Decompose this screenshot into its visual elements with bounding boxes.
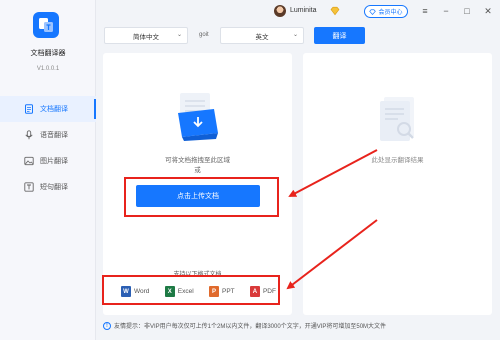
- arrow-to-upload-button: [288, 149, 378, 197]
- footer-notice: ! 友情提示：非VIP用户每次仅可上传1个2M以内文件，翻译3000个文字，开通…: [103, 321, 386, 330]
- arrow-to-formats: [286, 219, 378, 290]
- info-icon: !: [103, 321, 111, 330]
- footer-notice-text: 友情提示：非VIP用户每次仅可上传1个2M以内文件，翻译3000个文字，开通VI…: [114, 324, 387, 330]
- annotation-arrows: [286, 149, 378, 290]
